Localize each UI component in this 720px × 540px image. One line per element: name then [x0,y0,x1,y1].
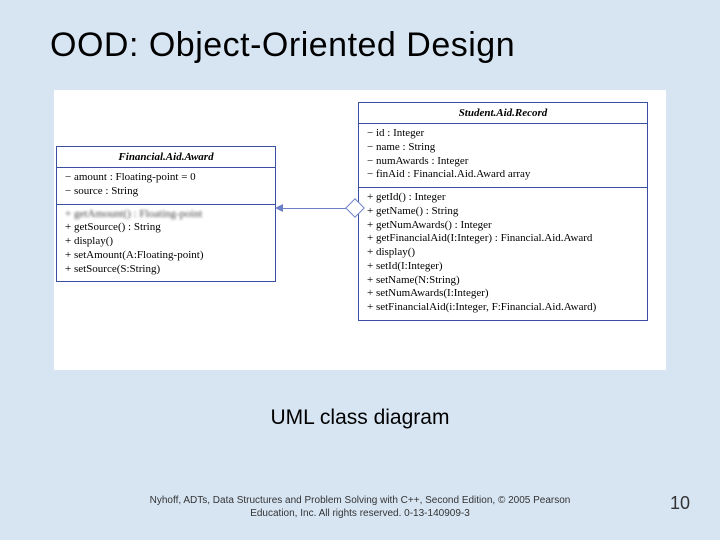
operation: + display() [367,246,639,260]
operation: + setFinancialAid(i:Integer, F:Financial… [367,301,639,315]
operation: + getNumAwards() : Integer [367,219,639,233]
attribute: − numAwards : Integer [367,155,639,169]
operation: + getId() : Integer [367,191,639,205]
attributes-section: − amount : Floating-point = 0 − source :… [57,167,275,204]
operation: + getAmount() : Floating-point [65,208,267,222]
operation: + setSource(S:String) [65,263,267,277]
operations-section: + getAmount() : Floating-point + getSour… [57,204,275,282]
aggregation-line [279,208,351,209]
operation: + getFinancialAid(I:Integer) : Financial… [367,232,639,246]
class-student-aid-record: Student.Aid.Record − id : Integer − name… [358,102,648,321]
operation: + setNumAwards(I:Integer) [367,287,639,301]
slide-title: OOD: Object-Oriented Design [50,26,515,65]
footer-line-2: Education, Inc. All rights reserved. 0-1… [250,508,470,519]
operation: + getSource() : String [65,221,267,235]
attribute: − finAid : Financial.Aid.Award array [367,168,639,182]
footer-line-1: Nyhoff, ADTs, Data Structures and Proble… [150,495,571,506]
copyright-footer: Nyhoff, ADTs, Data Structures and Proble… [0,495,720,520]
attribute: − id : Integer [367,127,639,141]
operation: + getName() : String [367,205,639,219]
operation: + setName(N:String) [367,274,639,288]
operation: + setAmount(A:Floating-point) [65,249,267,263]
operation: + setId(I:Integer) [367,260,639,274]
diagram-caption: UML class diagram [0,406,720,430]
attributes-section: − id : Integer − name : String − numAwar… [359,123,647,187]
operations-section: + getId() : Integer + getName() : String… [359,187,647,320]
attribute: − amount : Floating-point = 0 [65,171,267,185]
class-name: Student.Aid.Record [359,103,647,123]
operation: + display() [65,235,267,249]
class-name: Financial.Aid.Award [57,147,275,167]
diagram-canvas: Financial.Aid.Award − amount : Floating-… [54,90,666,370]
attribute: − name : String [367,141,639,155]
attribute: − source : String [65,185,267,199]
page-number: 10 [670,493,690,514]
class-financial-aid-award: Financial.Aid.Award − amount : Floating-… [56,146,276,282]
arrowhead-icon [275,204,283,212]
